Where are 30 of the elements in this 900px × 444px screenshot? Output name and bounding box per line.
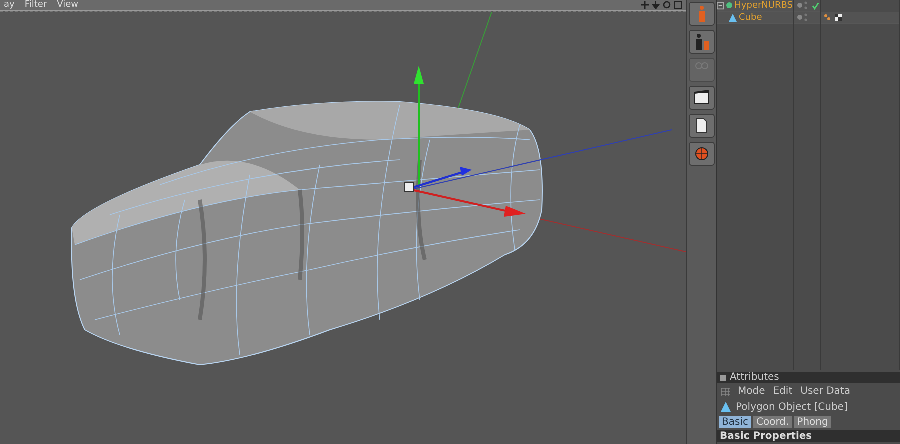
panel-handle-icon[interactable] [720, 374, 726, 380]
checker-tag-icon[interactable] [835, 14, 842, 21]
panel-title: Attributes [730, 372, 780, 383]
menu-item[interactable]: ay [4, 0, 15, 10]
clapperboard-icon[interactable] [688, 86, 714, 110]
maximize-icon[interactable] [674, 1, 682, 9]
menu-item[interactable]: Filter [24, 0, 48, 10]
grid-icon[interactable] [721, 388, 730, 396]
move-view-icon[interactable] [641, 1, 649, 9]
visibility-dots-icon[interactable] [797, 1, 808, 10]
menu-item[interactable]: Mode [738, 386, 766, 397]
menu-item[interactable]: User Data [800, 386, 850, 397]
tab[interactable]: Basic [719, 416, 752, 428]
nurbs-icon [726, 2, 733, 9]
document-icon[interactable] [688, 114, 714, 138]
move-gizmo-drawing[interactable] [404, 66, 526, 217]
cone-icon [721, 402, 731, 412]
collapse-icon[interactable] [717, 2, 724, 10]
check-icon[interactable] [812, 2, 820, 10]
visibility-dots-icon[interactable] [797, 13, 809, 22]
vertex-tag-icon[interactable] [824, 14, 831, 21]
tab[interactable]: Coord. [753, 416, 792, 428]
section-header: Basic Properties [717, 430, 900, 442]
menu-item[interactable]: View [57, 0, 78, 10]
object-title: Polygon Object [Cube] [736, 402, 848, 412]
menu-item[interactable]: Edit [773, 386, 793, 397]
globe-icon[interactable] [688, 142, 714, 166]
rotate-view-icon[interactable] [663, 1, 671, 9]
down-arrow-icon[interactable] [652, 1, 660, 9]
tab[interactable]: Phong [794, 416, 832, 428]
